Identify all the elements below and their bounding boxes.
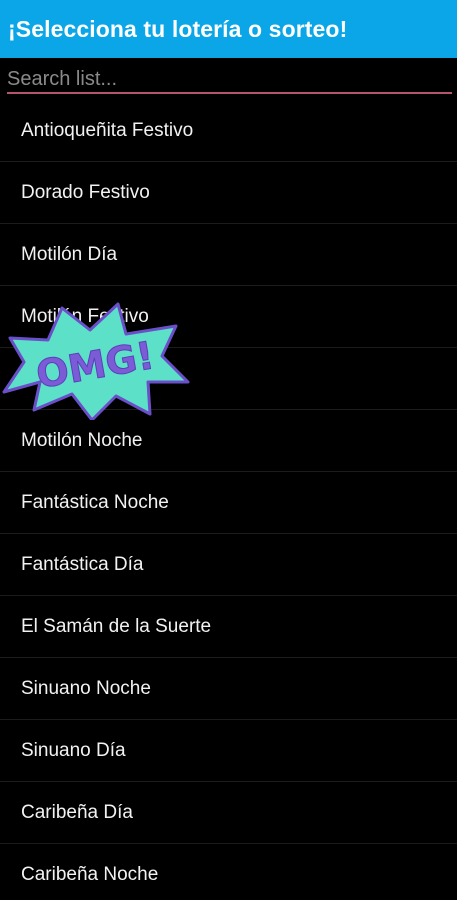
list-item-label: Caribeña Día xyxy=(21,801,133,823)
list-item-label: Antioqueñita Festivo xyxy=(21,119,194,141)
list-item-label: Sinuano Día xyxy=(21,739,126,761)
omg-overlay-badge: OMG! xyxy=(0,300,190,422)
list-item[interactable]: Motilón Día xyxy=(0,224,457,286)
app-screen: ¡Selecciona tu lotería o sorteo! Antioqu… xyxy=(0,0,457,900)
list-item-label: Motilón Noche xyxy=(21,429,143,451)
list-item-label: Motilón Día xyxy=(21,243,118,265)
search-bar xyxy=(0,58,457,100)
list-item[interactable]: Sinuano Día xyxy=(0,720,457,782)
list-item[interactable]: Fantástica Noche xyxy=(0,472,457,534)
list-item[interactable]: Caribeña Noche xyxy=(0,844,457,900)
lottery-list: Antioqueñita Festivo Dorado Festivo Moti… xyxy=(0,100,457,900)
list-item[interactable]: Fantástica Día xyxy=(0,534,457,596)
app-bar: ¡Selecciona tu lotería o sorteo! xyxy=(0,0,457,58)
list-item-label: Sinuano Noche xyxy=(21,677,151,699)
list-item[interactable]: Dorado Festivo xyxy=(0,162,457,224)
list-item-label: Dorado Festivo xyxy=(21,181,150,203)
list-item[interactable]: Caribeña Día xyxy=(0,782,457,844)
list-item-label: Fantástica Día xyxy=(21,553,144,575)
list-item-label: El Samán de la Suerte xyxy=(21,615,212,637)
burst-badge-icon: OMG! xyxy=(2,302,190,422)
list-item[interactable]: Antioqueñita Festivo xyxy=(0,100,457,162)
page-title: ¡Selecciona tu lotería o sorteo! xyxy=(8,15,348,42)
list-item[interactable]: Sinuano Noche xyxy=(0,658,457,720)
list-item-label: Caribeña Noche xyxy=(21,863,159,885)
list-item-label: Fantástica Noche xyxy=(21,491,169,513)
list-item[interactable]: El Samán de la Suerte xyxy=(0,596,457,658)
search-input[interactable] xyxy=(7,66,452,94)
